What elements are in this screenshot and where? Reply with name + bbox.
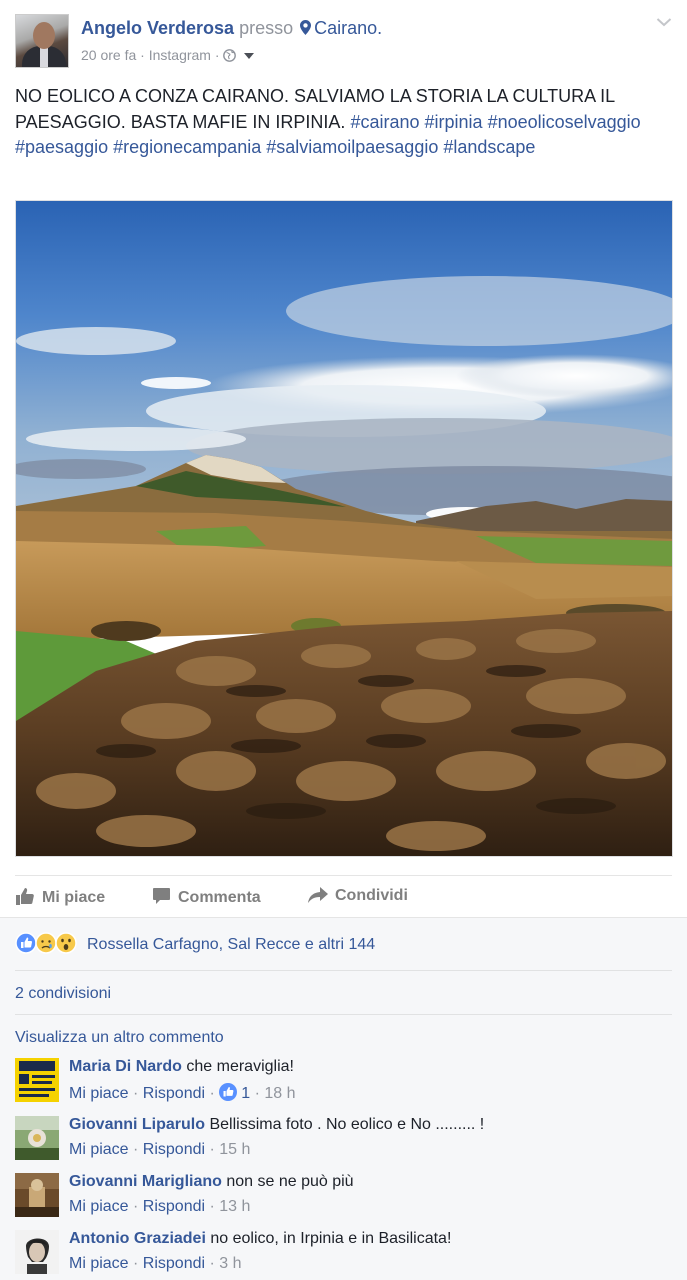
author-name[interactable]: Angelo Verderosa: [81, 18, 234, 38]
like-button[interactable]: Mi piace: [15, 887, 105, 907]
commenter-name[interactable]: Giovanni Liparulo: [69, 1116, 205, 1133]
hashtag-link[interactable]: #irpinia: [425, 112, 483, 132]
view-more-comments-link[interactable]: Visualizza un altro commento: [15, 1029, 224, 1047]
comment-item: Maria Di Nardo che meraviglia! Mi piace …: [15, 1058, 675, 1108]
like-reaction-icon: [15, 932, 37, 954]
share-button[interactable]: Condividi: [308, 887, 408, 905]
comment-actions: Mi piace · Rispondi · 13 h: [69, 1198, 251, 1215]
comment-time[interactable]: 18 h: [264, 1085, 295, 1102]
comment-time[interactable]: 15 h: [219, 1141, 250, 1158]
like-label: Mi piace: [42, 889, 106, 906]
comment-text: non se ne può più: [226, 1173, 354, 1190]
like-thumb-icon: [16, 888, 34, 905]
commenter-name[interactable]: Antonio Graziadei: [69, 1230, 206, 1247]
comment-item: Giovanni Marigliano non se ne può più Mi…: [15, 1173, 675, 1223]
commenter-avatar[interactable]: [15, 1116, 59, 1160]
comment-reply-link[interactable]: Rispondi: [143, 1085, 205, 1102]
wow-reaction-icon: [55, 932, 77, 954]
comment-like-link[interactable]: Mi piace: [69, 1255, 129, 1272]
author-avatar[interactable]: [15, 14, 69, 68]
post-meta: 20 ore fa · Instagram ·: [81, 47, 255, 63]
chevron-down-icon[interactable]: [656, 16, 672, 28]
commenter-name[interactable]: Giovanni Marigliano: [69, 1173, 222, 1190]
hashtag-link[interactable]: #salviamoilpaesaggio: [266, 137, 438, 157]
comment-like-count[interactable]: 1: [241, 1085, 250, 1102]
comment-reply-link[interactable]: Rispondi: [143, 1255, 205, 1272]
post-header: Angelo Verderosa presso Cairano. 20 ore …: [15, 14, 675, 70]
hashtag-link[interactable]: #paesaggio: [15, 137, 108, 157]
post-action-bar: Mi piace Commenta Condividi: [15, 875, 672, 917]
comments-section: Rossella Carfagno, Sal Recce e altri 144…: [0, 917, 687, 1280]
meta-sep: ·: [214, 47, 220, 63]
comment-time[interactable]: 13 h: [219, 1198, 250, 1215]
hashtag-link[interactable]: #regionecampania: [113, 137, 261, 157]
hashtag-link[interactable]: #cairano: [350, 112, 419, 132]
presso-label: presso: [239, 18, 294, 38]
post-author-line: Angelo Verderosa presso Cairano.: [81, 18, 382, 39]
like-reaction-icon: [219, 1083, 238, 1101]
commenter-avatar[interactable]: [15, 1230, 59, 1274]
caret-down-icon[interactable]: [244, 53, 255, 59]
post-time[interactable]: 20 ore fa: [81, 47, 136, 63]
place-link[interactable]: Cairano.: [314, 18, 382, 38]
comment-text: che meraviglia!: [186, 1058, 294, 1075]
reactions-summary[interactable]: Rossella Carfagno, Sal Recce e altri 144: [15, 932, 375, 959]
comment-button[interactable]: Commenta: [152, 887, 261, 907]
comment-like-link[interactable]: Mi piace: [69, 1198, 129, 1215]
comment-label: Commenta: [178, 889, 261, 906]
comment-actions: Mi piace · Rispondi · 15 h: [69, 1141, 251, 1158]
shares-link[interactable]: 2 condivisioni: [15, 985, 111, 1003]
share-arrow-icon: [308, 887, 328, 903]
comment-like-link[interactable]: Mi piace: [69, 1141, 129, 1158]
comment-like-link[interactable]: Mi piace: [69, 1085, 129, 1102]
globe-icon[interactable]: [223, 49, 237, 62]
comment-item: Giovanni Liparulo Bellissima foto . No e…: [15, 1116, 675, 1166]
share-label: Condividi: [335, 887, 408, 904]
pin-icon: [300, 20, 312, 35]
meta-sep: ·: [140, 47, 145, 63]
comment-item: Antonio Graziadei no eolico, in Irpinia …: [15, 1230, 675, 1280]
divider: [15, 970, 672, 971]
comment-actions: Mi piace · Rispondi · 3 h: [69, 1255, 242, 1272]
comment-text: Bellissima foto . No eolico e No .......…: [209, 1116, 485, 1133]
comment-bubble-icon: [153, 888, 170, 904]
comment-reply-link[interactable]: Rispondi: [143, 1198, 205, 1215]
comment-text: no eolico, in Irpinia e in Basilicata!: [210, 1230, 452, 1247]
commenter-avatar[interactable]: [15, 1173, 59, 1217]
sad-reaction-icon: [35, 932, 57, 954]
post-text: NO EOLICO A CONZA CAIRANO. SALVIAMO LA S…: [15, 84, 665, 161]
comment-actions: Mi piace · Rispondi · 1 · 18 h: [69, 1083, 296, 1102]
hashtag-link[interactable]: #landscape: [443, 137, 535, 157]
hashtag-link[interactable]: #noeolicoselvaggio: [488, 112, 641, 132]
commenter-avatar[interactable]: [15, 1058, 59, 1102]
comment-time[interactable]: 3 h: [219, 1255, 241, 1272]
divider: [15, 1014, 672, 1015]
landscape-photo: [16, 201, 672, 856]
comment-reply-link[interactable]: Rispondi: [143, 1141, 205, 1158]
reaction-icons: [15, 932, 83, 959]
reactions-text: Rossella Carfagno, Sal Recce e altri 144: [87, 936, 376, 953]
post-photo[interactable]: [15, 200, 673, 857]
commenter-name[interactable]: Maria Di Nardo: [69, 1058, 182, 1075]
post-source: Instagram: [148, 47, 211, 63]
